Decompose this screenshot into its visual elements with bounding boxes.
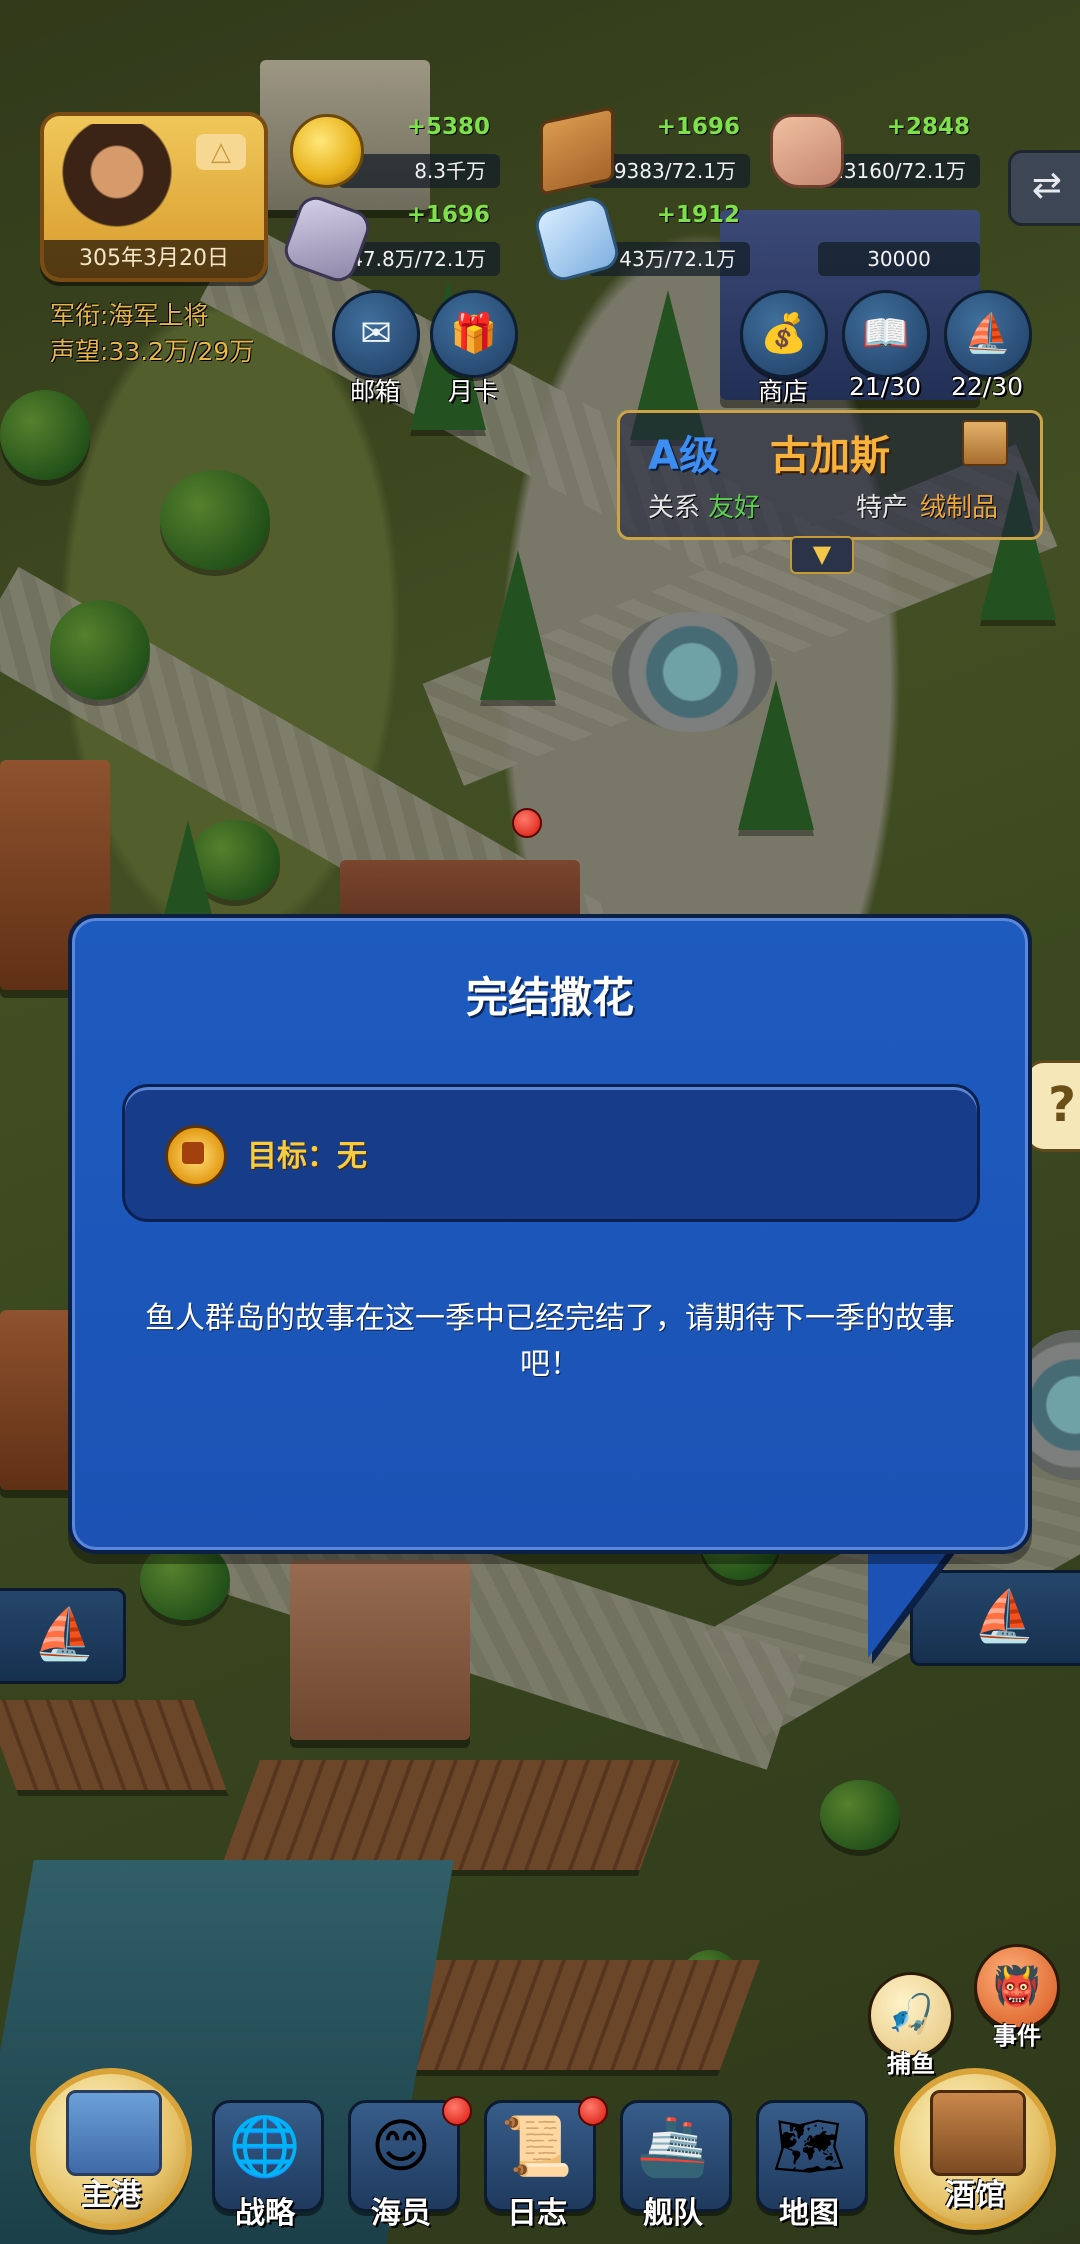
shop-button[interactable]: 💰 商店 (740, 290, 828, 406)
goal-medal-icon (165, 1125, 227, 1187)
nav-fleet[interactable]: 🚢 舰队 (614, 2100, 732, 2232)
dialog-tail (868, 1538, 958, 1658)
resource-ice-ore[interactable]: 43万/72.1万 +1912 (531, 193, 750, 285)
envelope-icon: ✉ (332, 290, 420, 378)
nav-map-label: 地图 (779, 2196, 839, 2231)
swap-view-button[interactable]: ⇄ (1008, 150, 1080, 226)
nav-tavern[interactable]: 酒馆 (894, 2068, 1056, 2230)
mail-label: 邮箱 (349, 377, 400, 406)
book-icon: 📖 (842, 290, 930, 378)
specialty-label: 特产 (856, 493, 909, 523)
resource-academy[interactable]: 30000 (790, 238, 980, 276)
tavern-building-icon (930, 2090, 1026, 2176)
gift-icon: 🎁 (430, 290, 518, 378)
chevron-down-icon: ▼ (812, 540, 832, 568)
shop-label: 商店 (757, 377, 808, 406)
swap-arrows-icon: ⇄ (1031, 165, 1063, 206)
scroll-icon: 📜 (500, 2112, 574, 2180)
goal-box: 目标：无 (122, 1084, 980, 1222)
resource-stone[interactable]: 13160/72.1万 +2848 (770, 114, 980, 188)
log-notification-dot (578, 2096, 608, 2126)
nav-tavern-label: 酒馆 (945, 2178, 1005, 2213)
resource-delta: +1696 (406, 202, 490, 228)
crew-notification-dot (442, 2096, 472, 2126)
port-building-icon (66, 2090, 162, 2176)
nav-fleet-label: 舰队 (643, 2196, 703, 2231)
fame-text: 声望:33.2万/29万 (50, 337, 255, 366)
avatar (52, 124, 182, 244)
nav-strategy-label: 战略 (235, 2196, 295, 2231)
dialog-title: 完结撒花 (465, 973, 634, 1022)
mail-button[interactable]: ✉ 邮箱 (332, 290, 420, 406)
wood-icon (540, 106, 614, 196)
season-complete-dialog[interactable]: 完结撒花 目标：无 鱼人群岛的故事在这一季中已经完结了，请期待下一季的故事吧！ (68, 914, 1032, 1554)
rank-triangle-icon: △ (196, 134, 246, 170)
notification-dot (512, 808, 542, 838)
town-name: 古加斯 (770, 433, 890, 479)
warship-icon: 🚢 (636, 2112, 710, 2180)
money-bag-icon: 💰 (740, 290, 828, 378)
nav-home-port[interactable]: 主港 (30, 2068, 192, 2230)
resource-delta: +1912 (656, 202, 740, 228)
sailor-face-icon: 😊 (370, 2112, 432, 2180)
globe-icon: 🌐 (228, 2112, 302, 2180)
game-date: 305年3月20日 (44, 240, 264, 278)
left-ship-button[interactable]: ⛵ (0, 1588, 126, 1684)
ship-icon: ⛵ (944, 290, 1032, 378)
question-icon: ? (1048, 1077, 1076, 1133)
sailboat-icon: ⛵ (33, 1605, 96, 1663)
nav-strategy[interactable]: 🌐 战略 (206, 2100, 324, 2232)
nav-home-label: 主港 (81, 2178, 141, 2213)
resource-delta: +5380 (406, 114, 490, 140)
resource-delta: +2848 (886, 114, 970, 140)
resource-amount: 30000 (818, 242, 980, 276)
fishing-label: 捕鱼 (887, 2050, 935, 2078)
ship-count: 22/30 (950, 372, 1024, 401)
rank-text: 军衔:海军上将 (50, 301, 209, 330)
gold-coin-icon (290, 114, 364, 188)
event-button[interactable]: 👹 事件 (974, 1944, 1060, 2050)
resource-delta: +1696 (656, 114, 740, 140)
help-question-button[interactable]: ? (1024, 1060, 1080, 1152)
player-avatar-frame[interactable]: △ 305年3月20日 (40, 112, 268, 282)
monthly-card-label: 月卡 (447, 377, 498, 406)
resource-crystal[interactable]: 47.8万/72.1万 +1696 (279, 191, 500, 287)
map-icon: 🗺 (772, 2112, 846, 2180)
relation-value: 友好 (708, 493, 761, 523)
nav-log[interactable]: 📜 日志 (478, 2100, 596, 2232)
event-label: 事件 (993, 2022, 1041, 2050)
dialog-message: 鱼人群岛的故事在这一季中已经完结了，请期待下一季的故事吧！ (145, 1301, 955, 1382)
nav-crew-label: 海员 (371, 2196, 431, 2231)
book-count: 21/30 (848, 372, 922, 401)
expand-town-button[interactable]: ▼ (790, 536, 854, 574)
specialty-value: 绒制品 (920, 493, 999, 523)
goal-text: 目标：无 (247, 1139, 367, 1174)
relation-label: 关系 (648, 493, 701, 523)
book-collection-button[interactable]: 📖 21/30 (842, 290, 930, 401)
town-grade: A级 (648, 433, 719, 479)
sailboat-icon: ⛵ (973, 1587, 1036, 1645)
resource-gold[interactable]: 8.3千万 +5380 (290, 114, 500, 188)
crate-icon (962, 420, 1008, 466)
ship-collection-button[interactable]: ⛵ 22/30 (944, 290, 1032, 401)
fishing-button[interactable]: 🎣 捕鱼 (868, 1972, 954, 2078)
resource-wood[interactable]: 19383/72.1万 +1696 (540, 106, 750, 196)
nav-log-label: 日志 (507, 2196, 567, 2231)
stone-icon (770, 114, 844, 188)
monthly-card-button[interactable]: 🎁 月卡 (430, 290, 518, 406)
nav-map[interactable]: 🗺 地图 (750, 2100, 868, 2232)
nav-crew[interactable]: 😊 海员 (342, 2100, 460, 2232)
